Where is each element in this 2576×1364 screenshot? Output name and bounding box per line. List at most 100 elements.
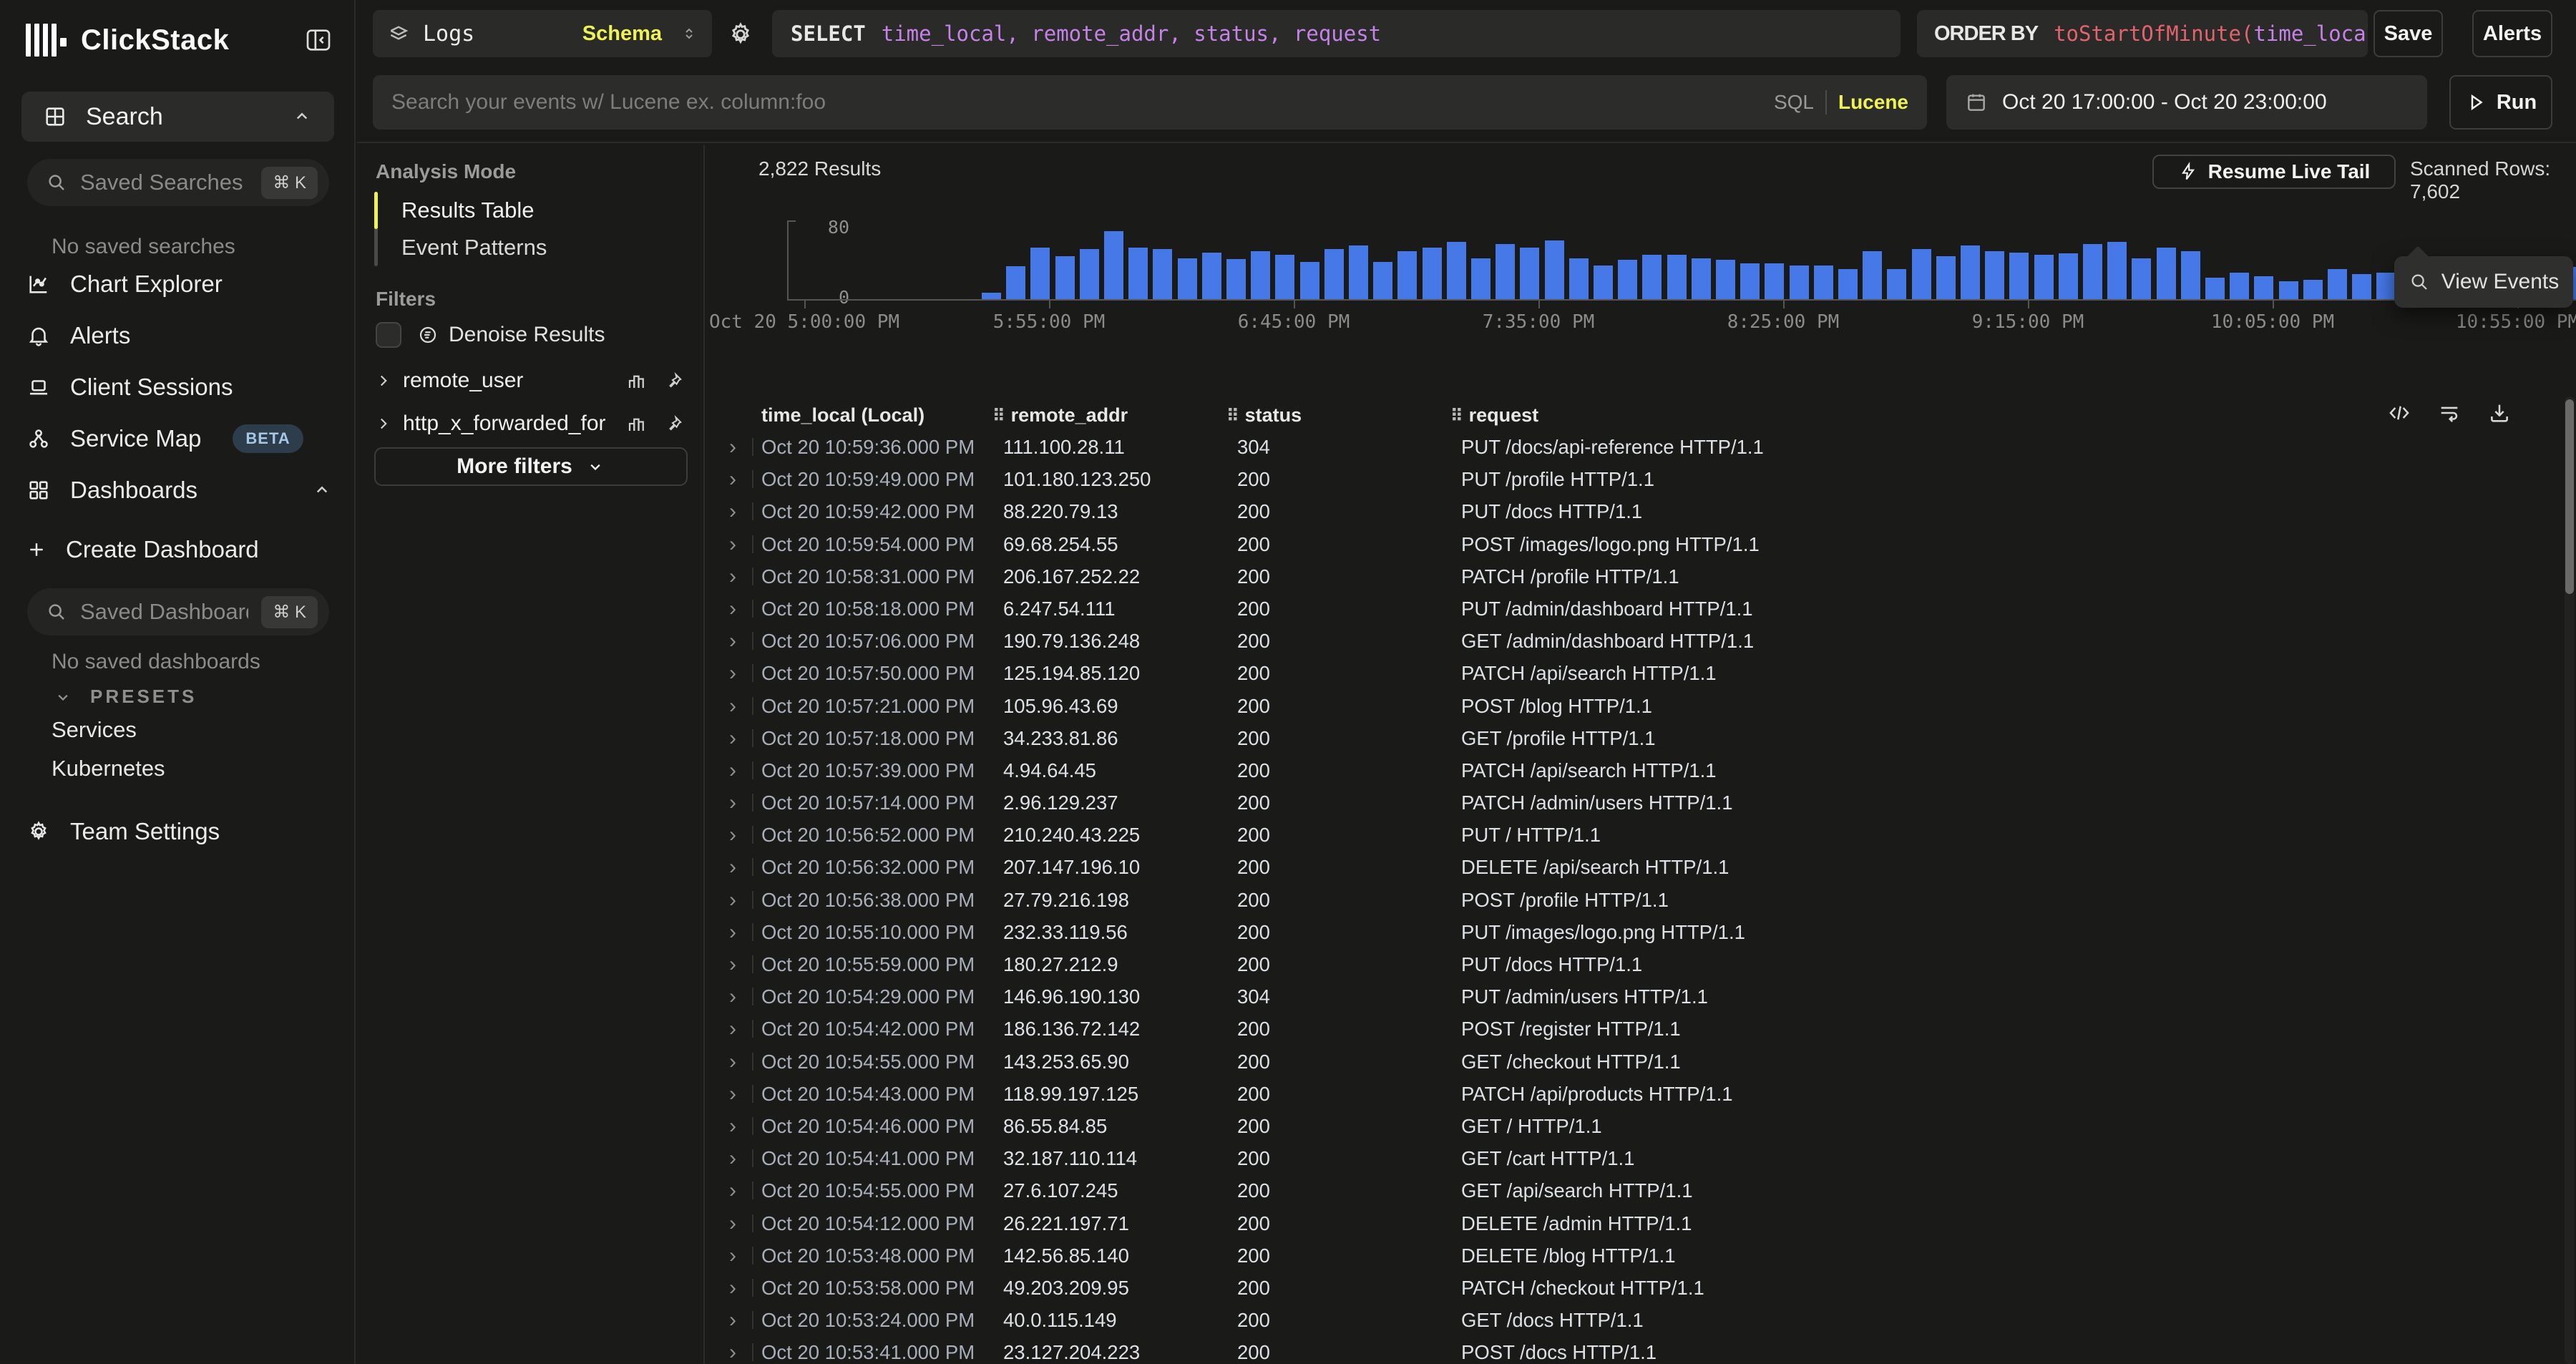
histogram-bar[interactable] — [2328, 269, 2347, 300]
histogram-bar[interactable] — [1765, 263, 1784, 299]
histogram-bar[interactable] — [1104, 231, 1123, 299]
histogram-bar[interactable] — [1030, 248, 1050, 300]
histogram-bar[interactable] — [1471, 258, 1491, 300]
run-button[interactable]: Run — [2449, 75, 2552, 130]
drag-handle-icon[interactable]: ⠿ — [992, 406, 1004, 426]
table-row[interactable]: ›Oct 20 10:54:55.000 PM27.6.107.245200GE… — [706, 1174, 2576, 1207]
histogram-bar[interactable] — [2059, 253, 2078, 299]
histogram-bar[interactable] — [2230, 273, 2249, 300]
histogram-bar[interactable] — [1153, 249, 1172, 299]
histogram-bar[interactable] — [1936, 256, 1956, 299]
filter-field-http-x-forwarded-for[interactable]: http_x_forwarded_for — [374, 406, 685, 442]
histogram-bar[interactable] — [2352, 274, 2371, 299]
table-row[interactable]: ›Oct 20 10:59:36.000 PM111.100.28.11304P… — [706, 431, 2576, 463]
team-settings-button[interactable]: Team Settings — [26, 812, 333, 852]
histogram-bar[interactable] — [1912, 249, 1931, 299]
create-dashboard-button[interactable]: Create Dashboard — [26, 530, 333, 570]
row-expand-icon[interactable]: › — [729, 625, 736, 657]
histogram-bar[interactable] — [1080, 249, 1099, 299]
histogram-bar[interactable] — [1863, 251, 1882, 300]
table-row[interactable]: ›Oct 20 10:56:52.000 PM210.240.43.225200… — [706, 819, 2576, 851]
table-row[interactable]: ›Oct 20 10:57:39.000 PM4.94.64.45200PATC… — [706, 754, 2576, 786]
histogram-bar[interactable] — [2157, 248, 2176, 300]
sidebar-item-search[interactable]: Search — [21, 92, 334, 142]
denoise-checkbox[interactable] — [376, 322, 401, 348]
row-expand-icon[interactable]: › — [729, 593, 736, 625]
row-expand-icon[interactable]: › — [729, 495, 736, 527]
column-header-remote-addr[interactable]: ⠿remote_addr — [992, 397, 1128, 433]
table-row[interactable]: ›Oct 20 10:54:29.000 PM146.96.190.130304… — [706, 980, 2576, 1013]
histogram-bar[interactable] — [1716, 260, 1735, 299]
sql-toggle[interactable]: SQL — [1774, 91, 1814, 114]
mode-event-patterns[interactable]: Event Patterns — [401, 229, 547, 266]
table-row[interactable]: ›Oct 20 10:53:48.000 PM142.56.85.140200D… — [706, 1239, 2576, 1272]
histogram-bar[interactable] — [1300, 262, 1319, 300]
saved-dashboards-input[interactable] — [80, 599, 248, 625]
table-row[interactable]: ›Oct 20 10:57:18.000 PM34.233.81.86200GE… — [706, 722, 2576, 754]
histogram-bar[interactable] — [1667, 255, 1687, 300]
histogram-bar[interactable] — [1128, 248, 1148, 300]
source-settings-gear-icon[interactable] — [726, 19, 756, 49]
histogram-bar[interactable] — [2254, 276, 2273, 300]
histogram-bar[interactable] — [1692, 258, 1711, 300]
table-row[interactable]: ›Oct 20 10:59:49.000 PM101.180.123.25020… — [706, 463, 2576, 495]
row-expand-icon[interactable]: › — [729, 1336, 736, 1364]
row-expand-icon[interactable]: › — [729, 1239, 736, 1272]
row-expand-icon[interactable]: › — [729, 1046, 736, 1078]
row-expand-icon[interactable]: › — [729, 1207, 736, 1239]
table-row[interactable]: ›Oct 20 10:55:59.000 PM180.27.212.9200PU… — [706, 948, 2576, 980]
chevron-up-icon[interactable] — [291, 106, 313, 127]
drag-handle-icon[interactable]: ⠿ — [1226, 406, 1238, 426]
code-view-icon[interactable] — [2387, 401, 2411, 425]
histogram-bar[interactable] — [1202, 253, 1221, 299]
histogram-bar[interactable] — [1373, 262, 1392, 300]
row-expand-icon[interactable]: › — [729, 819, 736, 851]
histogram-bar[interactable] — [2083, 244, 2102, 300]
orderby-clause-input[interactable]: ORDER BY toStartOfMinute(time_local) D — [1917, 10, 2368, 57]
sidebar-item-alerts[interactable]: Alerts — [26, 316, 333, 356]
table-row[interactable]: ›Oct 20 10:58:31.000 PM206.167.252.22200… — [706, 560, 2576, 593]
histogram-bar[interactable] — [1349, 245, 1368, 299]
date-range-picker[interactable]: Oct 20 17:00:00 - Oct 20 23:00:00 — [1946, 75, 2427, 130]
sidebar-item-client-sessions[interactable]: Client Sessions — [26, 367, 333, 407]
table-row[interactable]: ›Oct 20 10:57:06.000 PM190.79.136.248200… — [706, 625, 2576, 657]
table-row[interactable]: ›Oct 20 10:59:42.000 PM88.220.79.13200PU… — [706, 495, 2576, 527]
histogram-bar[interactable] — [1740, 263, 1760, 299]
drag-handle-icon[interactable]: ⠿ — [1450, 406, 1462, 426]
saved-searches-input[interactable] — [80, 170, 248, 195]
histogram-bar[interactable] — [1985, 251, 2004, 300]
row-expand-icon[interactable]: › — [729, 1013, 736, 1045]
resume-live-tail-button[interactable]: Resume Live Tail — [2152, 155, 2396, 189]
column-header-time-local[interactable]: time_local (Local) — [761, 397, 924, 433]
histogram-bar[interactable] — [2132, 258, 2151, 300]
table-row[interactable]: ›Oct 20 10:53:58.000 PM49.203.209.95200P… — [706, 1272, 2576, 1304]
histogram-bar[interactable] — [1961, 245, 1980, 299]
table-row[interactable]: ›Oct 20 10:54:42.000 PM186.136.72.142200… — [706, 1013, 2576, 1045]
row-expand-icon[interactable]: › — [729, 1078, 736, 1110]
row-expand-icon[interactable]: › — [729, 690, 736, 722]
table-row[interactable]: ›Oct 20 10:57:21.000 PM105.96.43.69200PO… — [706, 690, 2576, 722]
presets-section-toggle[interactable]: PRESETS — [53, 686, 197, 708]
row-expand-icon[interactable]: › — [729, 948, 736, 980]
row-expand-icon[interactable]: › — [729, 754, 736, 786]
row-expand-icon[interactable]: › — [729, 786, 736, 819]
histogram-bar[interactable] — [2279, 281, 2298, 299]
more-filters-button[interactable]: More filters — [374, 447, 688, 486]
table-row[interactable]: ›Oct 20 10:53:41.000 PM23.127.204.223200… — [706, 1336, 2576, 1364]
sidebar-item-service-map[interactable]: Service Map BETA — [26, 419, 333, 459]
field-pin-icon[interactable] — [663, 370, 685, 391]
view-events-tooltip[interactable]: View Events — [2394, 256, 2573, 308]
histogram-bar[interactable] — [1226, 259, 1246, 299]
row-expand-icon[interactable]: › — [729, 560, 736, 593]
lucene-toggle[interactable]: Lucene — [1838, 91, 1908, 114]
table-row[interactable]: ›Oct 20 10:57:14.000 PM2.96.129.237200PA… — [706, 786, 2576, 819]
histogram-bar[interactable] — [1790, 266, 1809, 300]
source-select[interactable]: Logs Schema — [373, 10, 712, 57]
download-icon[interactable] — [2487, 401, 2512, 425]
field-chart-icon[interactable] — [626, 370, 648, 391]
histogram-bar[interactable] — [1520, 248, 1539, 300]
histogram-bar[interactable] — [1814, 266, 1833, 300]
mode-results-table[interactable]: Results Table — [401, 192, 535, 229]
table-row[interactable]: ›Oct 20 10:53:24.000 PM40.0.115.149200GE… — [706, 1304, 2576, 1336]
histogram-bar[interactable] — [1545, 240, 1564, 300]
